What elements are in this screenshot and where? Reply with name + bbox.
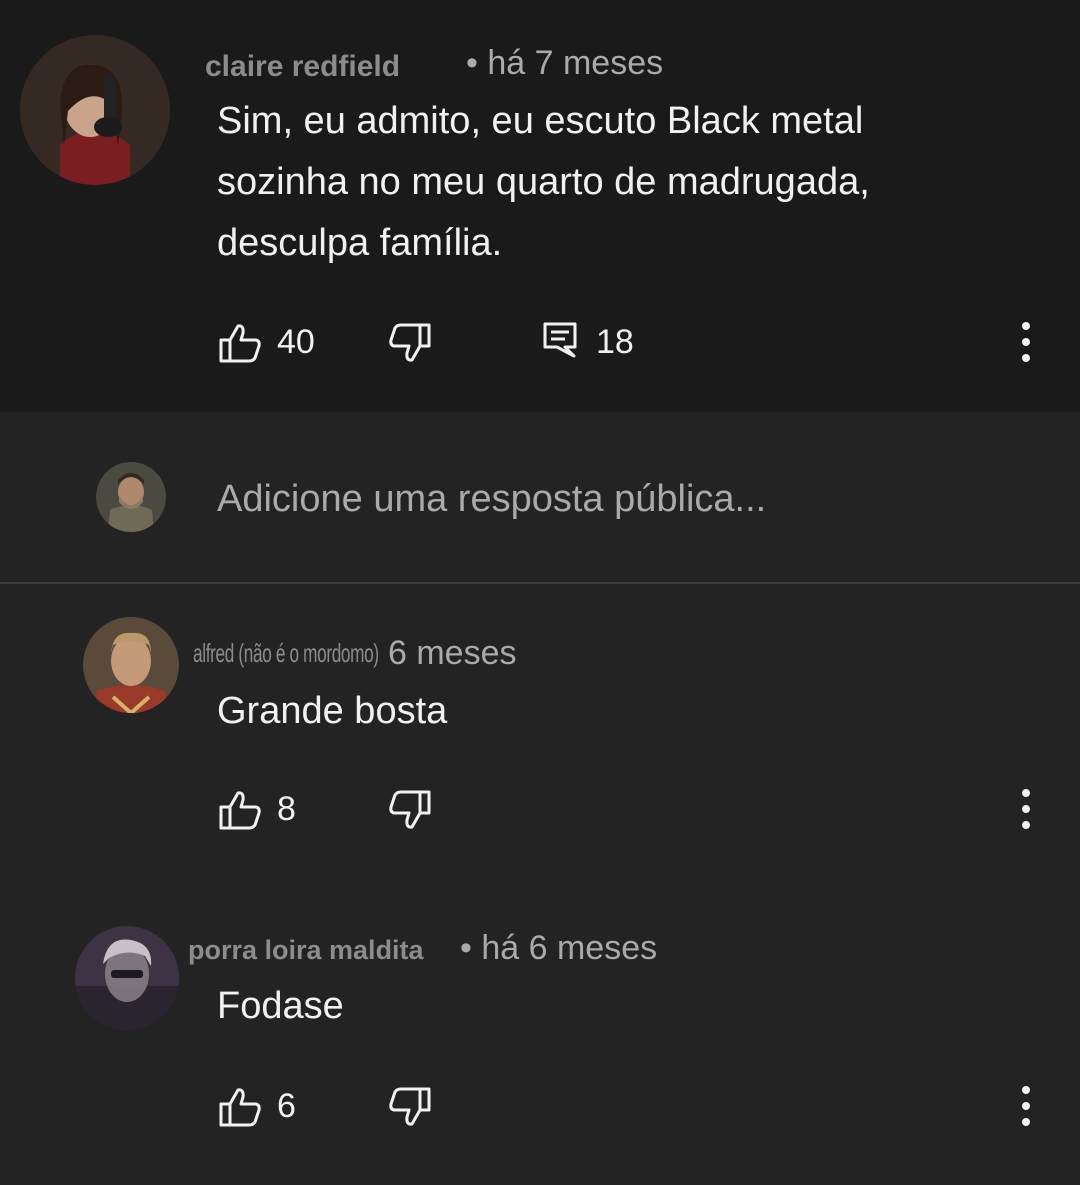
top-comment: claire redfield • há 7 meses Sim, eu adm… (0, 0, 1080, 412)
comment-text: Grande bosta (217, 690, 448, 732)
avatar-man-uniform-icon (83, 617, 179, 713)
avatar[interactable] (20, 35, 170, 185)
reply-box: Adicione uma resposta pública... (0, 412, 1080, 582)
divider (0, 582, 1080, 584)
avatar-woman-icon (20, 35, 170, 185)
comment-author[interactable]: alfred (não é o mordomo) (193, 638, 379, 669)
reply-count[interactable]: 18 (596, 323, 634, 362)
comment-author[interactable]: claire redfield (205, 50, 400, 84)
comment-timestamp: • há 6 meses (460, 929, 658, 967)
like-count: 8 (277, 790, 296, 828)
avatar-man-blurred-icon (75, 926, 179, 1030)
comment-text: Fodase (217, 985, 344, 1027)
like-count: 40 (277, 323, 315, 361)
comment-author[interactable]: porra loira maldita (188, 935, 424, 966)
thumbs-down-icon[interactable] (388, 1086, 432, 1128)
comment-timestamp: 6 meses (388, 634, 517, 672)
avatar[interactable] (83, 617, 179, 713)
thumbs-down-icon[interactable] (388, 322, 432, 364)
avatar[interactable] (75, 926, 179, 1030)
thumbs-down-icon[interactable] (388, 789, 432, 831)
comment-text: Sim, eu admito, eu escuto Black metal so… (217, 100, 870, 264)
user-avatar (96, 462, 166, 532)
vertical-dots-icon[interactable] (1011, 1084, 1041, 1128)
thumbs-up-icon[interactable] (218, 1086, 262, 1128)
reply-input[interactable]: Adicione uma resposta pública... (217, 478, 766, 521)
comment-icon[interactable] (543, 322, 577, 358)
avatar-bearded-man-icon (96, 462, 166, 532)
vertical-dots-icon[interactable] (1011, 320, 1041, 364)
thumbs-up-icon[interactable] (218, 322, 262, 364)
thumbs-up-icon[interactable] (218, 789, 262, 831)
like-count: 6 (277, 1087, 296, 1125)
vertical-dots-icon[interactable] (1011, 787, 1041, 831)
comment-timestamp: • há 7 meses (466, 44, 664, 82)
